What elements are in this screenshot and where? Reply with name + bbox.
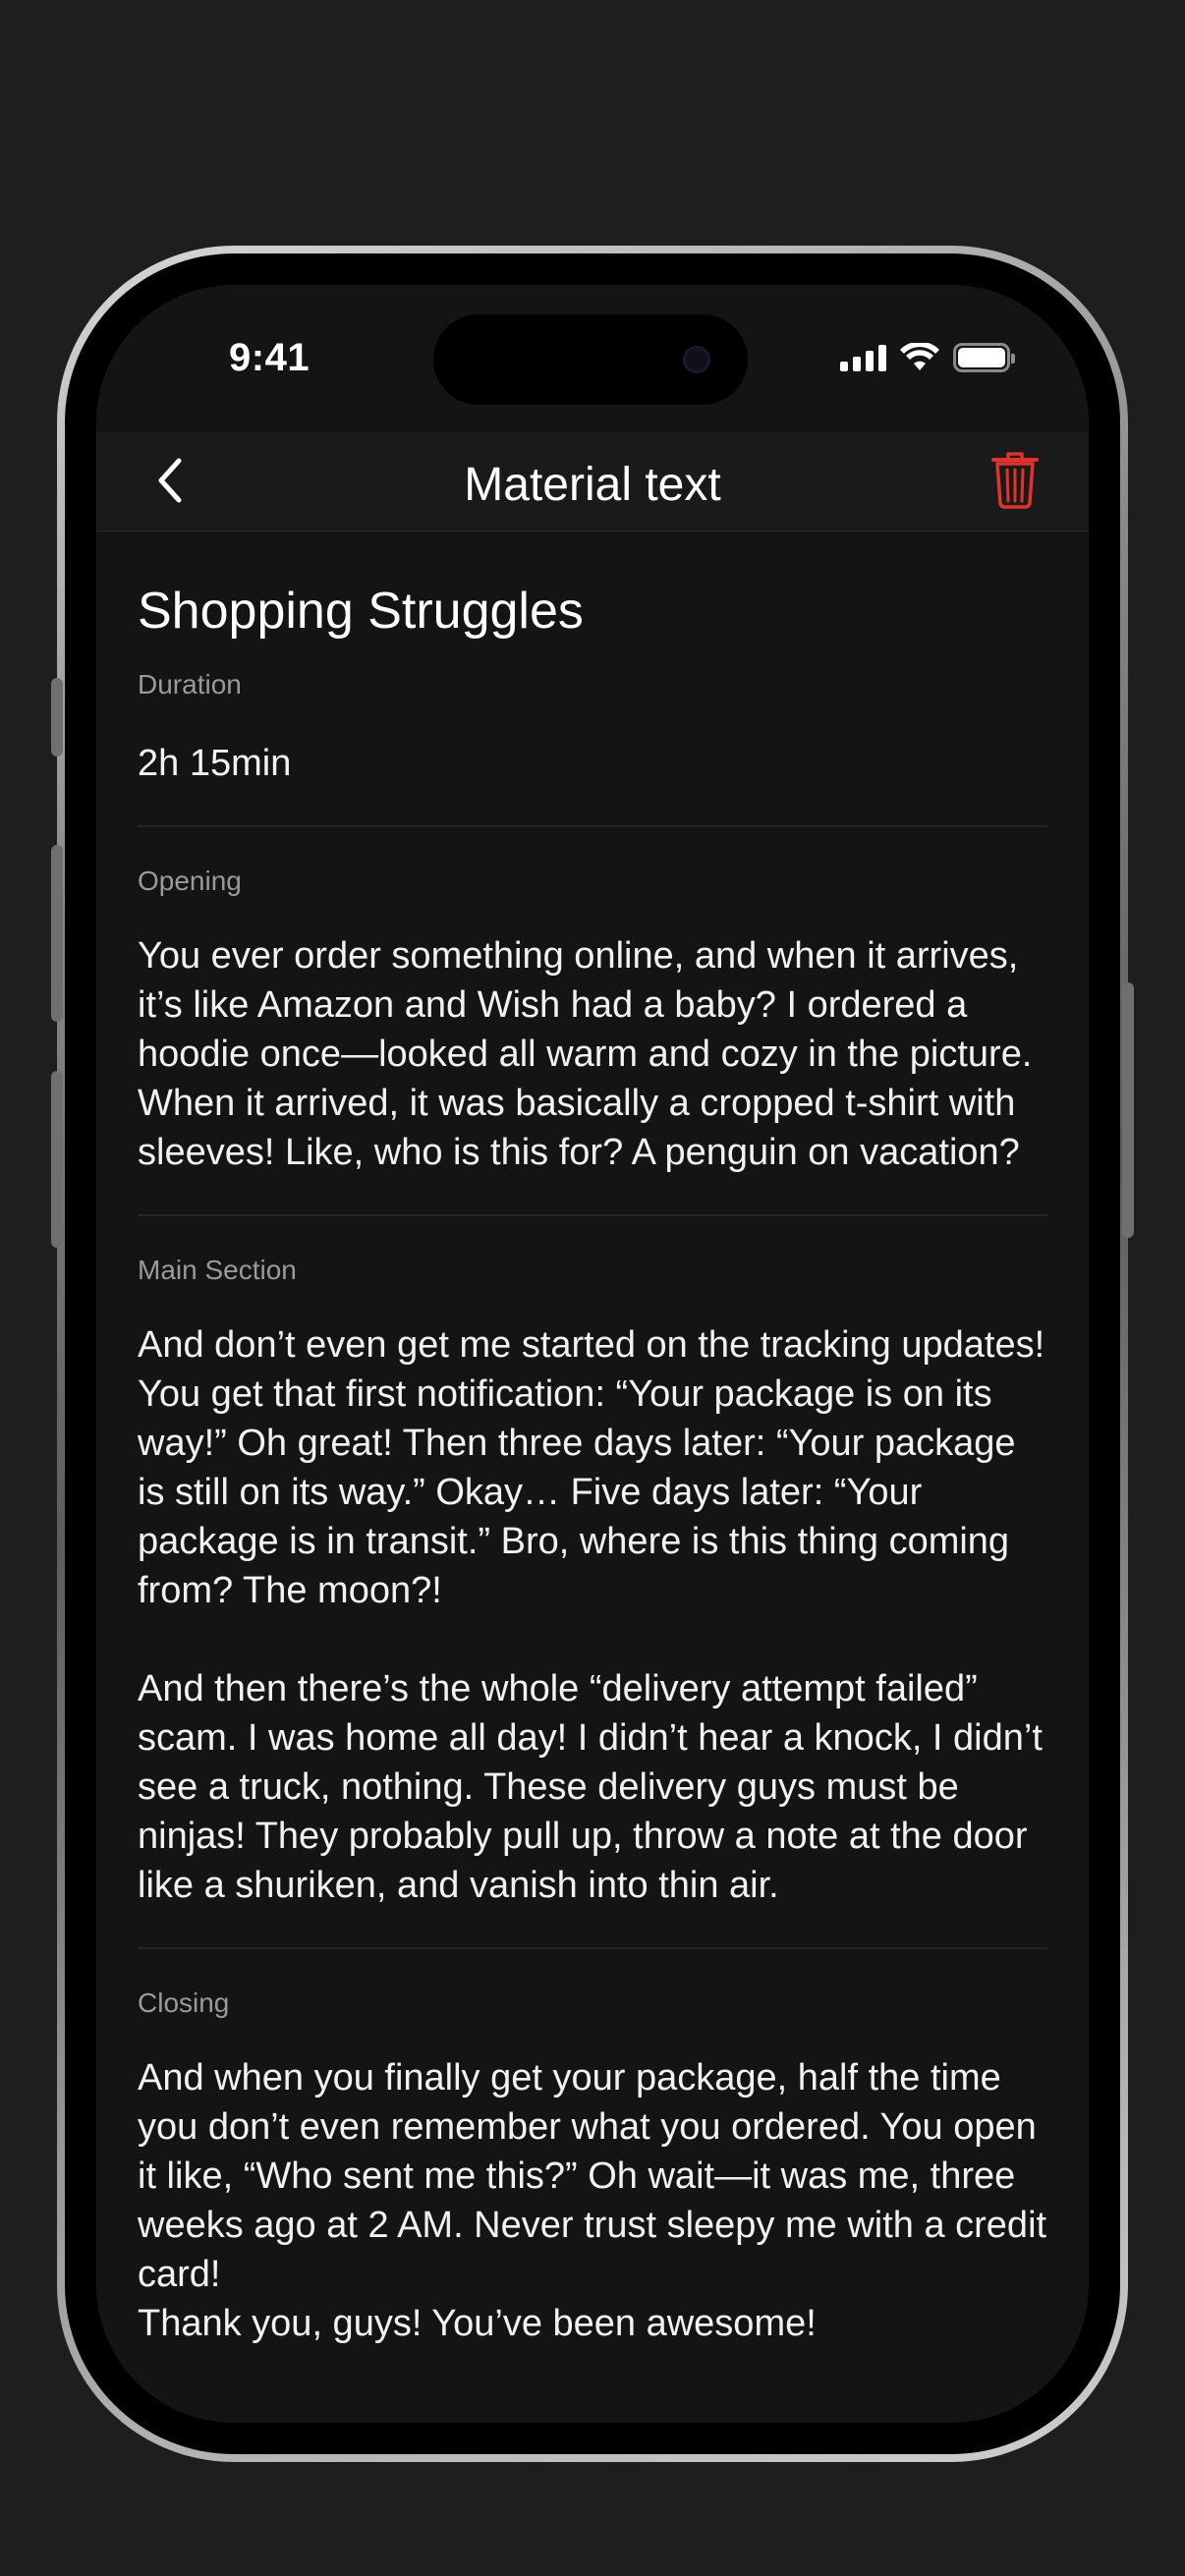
delete-button[interactable] [986,450,1044,511]
dynamic-island [433,314,748,405]
volume-down-button [51,1071,63,1248]
section-label: Duration [138,669,242,700]
power-button [1122,982,1134,1238]
opening-text: You ever order something online, and whe… [138,935,1043,1173]
volume-up-button [51,845,63,1022]
status-bar: 9:41 [96,285,1089,432]
main-section-text: And don’t even get me started on the tra… [138,1324,1045,1906]
document-title: Shopping Struggles [138,583,584,640]
section-label: Main Section [138,1255,297,1285]
status-icons [840,340,1015,375]
navigation-bar: Material text [96,432,1089,532]
section-duration: Duration 2h 15min [138,668,1047,827]
duration-value: 2h 15min [138,743,292,784]
trash-icon [991,452,1039,509]
material-content: Shopping Struggles Duration 2h 15min Ope… [138,531,1047,2385]
front-camera [683,346,710,373]
battery-icon [953,343,1015,372]
wifi-icon [900,343,939,370]
section-label: Closing [138,1988,230,2018]
nav-title: Material text [464,459,721,511]
closing-text: And when you finally get your package, h… [138,2057,1047,2344]
action-button [51,678,63,756]
cellular-signal-icon [840,344,886,371]
section-main: Main Section And don’t even get me start… [138,1254,1047,1949]
section-closing: Closing And when you finally get your pa… [138,1987,1047,2385]
section-label: Opening [138,866,242,896]
status-time: 9:41 [229,336,310,379]
screen: 9:41 Material text Shopping Struggles Du… [96,285,1089,2423]
section-opening: Opening You ever order something online,… [138,865,1047,1216]
